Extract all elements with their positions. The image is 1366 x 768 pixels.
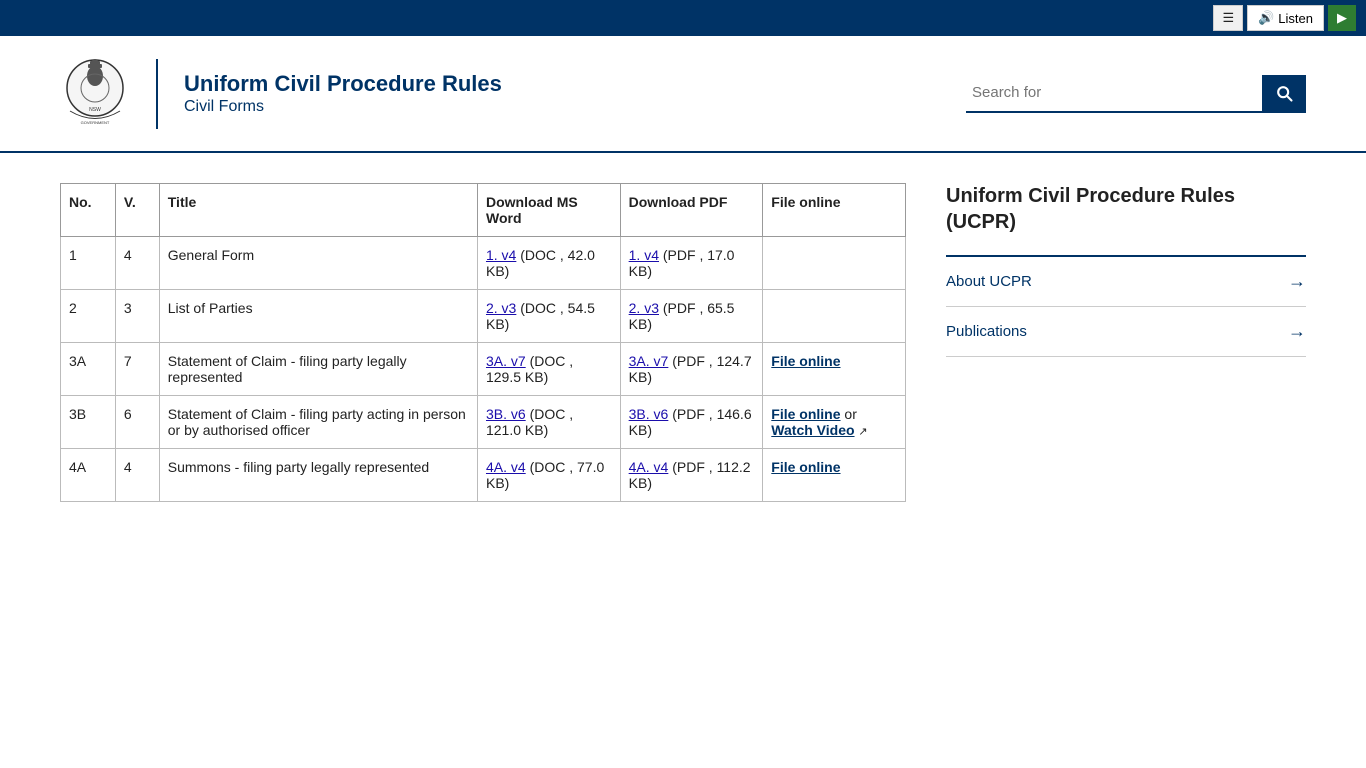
row-v: 6: [115, 396, 159, 449]
file-online-link[interactable]: File online: [771, 459, 840, 475]
table-area: No. V. Title Download MS Word Download P…: [60, 183, 906, 502]
search-input[interactable]: [966, 75, 1262, 111]
dl-word-link[interactable]: 3A. v7: [486, 353, 526, 369]
table-row: 1 4 General Form 1. v4 (DOC , 42.0 KB) 1…: [61, 237, 906, 290]
dl-pdf-link[interactable]: 1. v4: [629, 247, 659, 263]
row-title: Statement of Claim - filing party acting…: [159, 396, 477, 449]
header-divider: [156, 59, 158, 129]
row-dl-word: 1. v4 (DOC , 42.0 KB): [477, 237, 620, 290]
row-dl-pdf: 3B. v6 (PDF , 146.6 KB): [620, 396, 763, 449]
dl-pdf-link[interactable]: 3A. v7: [629, 353, 669, 369]
dl-word-link[interactable]: 4A. v4: [486, 459, 526, 475]
file-online-link[interactable]: File online: [771, 406, 840, 422]
row-dl-word: 2. v3 (DOC , 54.5 KB): [477, 290, 620, 343]
table-row: 4A 4 Summons - filing party legally repr…: [61, 449, 906, 502]
listen-label: Listen: [1278, 11, 1313, 26]
row-dl-word: 3B. v6 (DOC , 121.0 KB): [477, 396, 620, 449]
row-file-online: File online: [763, 343, 906, 396]
menu-icon: ☰: [1222, 10, 1234, 26]
nsw-crest-logo: NSW GOVERNMENT: [60, 56, 130, 131]
play-button[interactable]: ▶: [1328, 5, 1356, 31]
or-text: or: [844, 406, 856, 422]
col-header-file-online: File online: [763, 184, 906, 237]
sidebar-link-label: Publications: [946, 323, 1027, 340]
external-link-icon: ↗: [858, 426, 867, 438]
sidebar-title: Uniform Civil Procedure Rules (UCPR): [946, 183, 1306, 235]
row-dl-word: 4A. v4 (DOC , 77.0 KB): [477, 449, 620, 502]
row-title: List of Parties: [159, 290, 477, 343]
file-online-link[interactable]: File online: [771, 353, 840, 369]
table-row: 2 3 List of Parties 2. v3 (DOC , 54.5 KB…: [61, 290, 906, 343]
svg-text:GOVERNMENT: GOVERNMENT: [81, 120, 110, 125]
row-v: 7: [115, 343, 159, 396]
row-title: General Form: [159, 237, 477, 290]
row-dl-pdf: 4A. v4 (PDF , 112.2 KB): [620, 449, 763, 502]
row-no: 1: [61, 237, 116, 290]
play-icon: ▶: [1337, 10, 1347, 26]
col-header-download-word: Download MS Word: [477, 184, 620, 237]
row-v: 4: [115, 237, 159, 290]
dl-word-link[interactable]: 1. v4: [486, 247, 516, 263]
watch-video-link[interactable]: Watch Video: [771, 422, 854, 438]
table-row: 3B 6 Statement of Claim - filing party a…: [61, 396, 906, 449]
dl-word-link[interactable]: 2. v3: [486, 300, 516, 316]
speaker-icon: 🔊: [1258, 10, 1274, 26]
row-no: 3B: [61, 396, 116, 449]
header: NSW GOVERNMENT Uniform Civil Procedure R…: [0, 36, 1366, 153]
header-left: NSW GOVERNMENT Uniform Civil Procedure R…: [60, 56, 502, 131]
svg-text:NSW: NSW: [89, 107, 101, 113]
row-v: 3: [115, 290, 159, 343]
sidebar: Uniform Civil Procedure Rules (UCPR) Abo…: [946, 183, 1306, 502]
header-title-block: Uniform Civil Procedure Rules Civil Form…: [184, 71, 502, 115]
header-title-main: Uniform Civil Procedure Rules: [184, 71, 502, 97]
row-no: 3A: [61, 343, 116, 396]
listen-button[interactable]: 🔊 Listen: [1247, 5, 1324, 31]
header-title-sub: Civil Forms: [184, 98, 502, 116]
row-title: Statement of Claim - filing party legall…: [159, 343, 477, 396]
row-file-online: [763, 237, 906, 290]
row-file-online: File online or Watch Video ↗: [763, 396, 906, 449]
row-no: 2: [61, 290, 116, 343]
search-area: [966, 75, 1306, 113]
col-header-v: V.: [115, 184, 159, 237]
row-no: 4A: [61, 449, 116, 502]
main-content: No. V. Title Download MS Word Download P…: [0, 153, 1366, 532]
forms-table: No. V. Title Download MS Word Download P…: [60, 183, 906, 502]
sidebar-item-about-ucpr[interactable]: About UCPR →: [946, 257, 1306, 307]
table-row: 3A 7 Statement of Claim - filing party l…: [61, 343, 906, 396]
dl-pdf-link[interactable]: 3B. v6: [629, 406, 669, 422]
search-icon: [1274, 83, 1294, 103]
arrow-right-icon: →: [1288, 321, 1306, 342]
row-file-online: [763, 290, 906, 343]
arrow-right-icon: →: [1288, 271, 1306, 292]
row-dl-word: 3A. v7 (DOC , 129.5 KB): [477, 343, 620, 396]
dl-word-link[interactable]: 3B. v6: [486, 406, 526, 422]
sidebar-link-label: About UCPR: [946, 273, 1032, 290]
row-v: 4: [115, 449, 159, 502]
row-title: Summons - filing party legally represent…: [159, 449, 477, 502]
row-file-online: File online: [763, 449, 906, 502]
col-header-title: Title: [159, 184, 477, 237]
col-header-no: No.: [61, 184, 116, 237]
col-header-download-pdf: Download PDF: [620, 184, 763, 237]
search-button[interactable]: [1262, 75, 1306, 111]
dl-pdf-link[interactable]: 4A. v4: [629, 459, 669, 475]
accessibility-controls: ☰ 🔊 Listen ▶: [1213, 5, 1356, 31]
menu-button[interactable]: ☰: [1213, 5, 1243, 31]
sidebar-item-publications[interactable]: Publications →: [946, 307, 1306, 357]
row-dl-pdf: 2. v3 (PDF , 65.5 KB): [620, 290, 763, 343]
top-bar: ☰ 🔊 Listen ▶: [0, 0, 1366, 36]
dl-pdf-link[interactable]: 2. v3: [629, 300, 659, 316]
row-dl-pdf: 3A. v7 (PDF , 124.7 KB): [620, 343, 763, 396]
row-dl-pdf: 1. v4 (PDF , 17.0 KB): [620, 237, 763, 290]
